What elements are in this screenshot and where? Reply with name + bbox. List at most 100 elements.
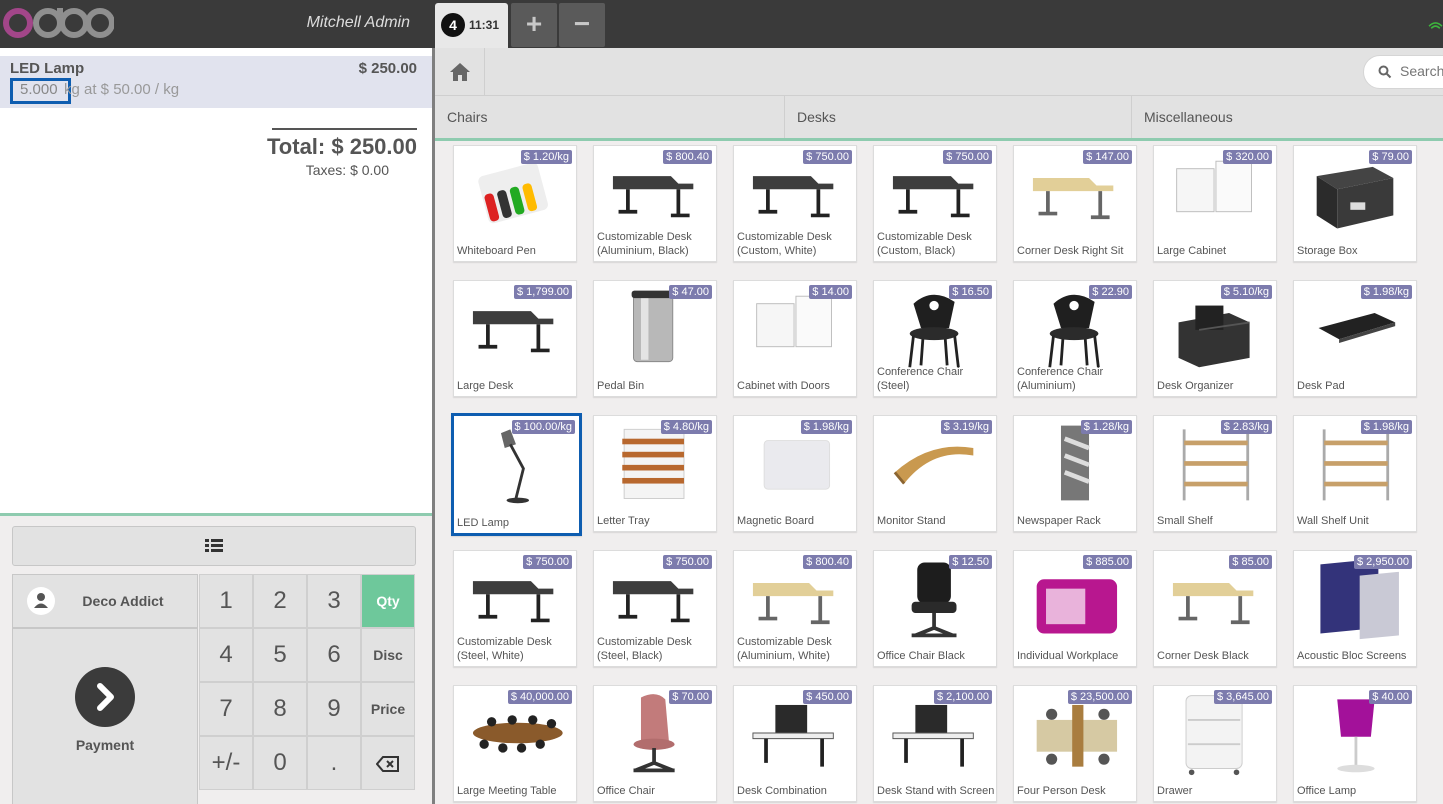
numpad-key-6[interactable]: 6 [307,628,361,682]
product-price-tag: $ 2.83/kg [1220,420,1272,434]
category-desks[interactable]: Desks [785,96,1132,138]
product-name: Storage Box [1297,245,1358,257]
product-name: Customizable Desk (Steel, Black) [597,636,692,662]
top-bar: Mitchell Admin 4 11:31 + − [0,0,1443,48]
product-price-tag: $ 1,799.00 [514,285,572,299]
add-order-button[interactable]: + [511,3,557,47]
mode-qty-button[interactable]: Qty [361,574,415,628]
product-card[interactable]: $ 23,500.00 Four Person Desk [1013,685,1137,802]
product-card[interactable]: $ 1,799.00 Large Desk [453,280,577,397]
product-card[interactable]: $ 47.00 Pedal Bin [593,280,717,397]
home-icon [450,63,470,81]
product-card[interactable]: $ 885.00 Individual Workplace [1013,550,1137,667]
product-card[interactable]: $ 147.00 Corner Desk Right Sit [1013,145,1137,262]
order-line-price: $ 250.00 [358,60,417,77]
product-name: Desk Pad [1297,380,1345,392]
product-name: Desk Stand with Screen [877,785,995,797]
product-name: Desk Combination [737,785,827,797]
product-name: Wall Shelf Unit [1297,515,1369,527]
product-card[interactable]: $ 70.00 Office Chair [593,685,717,802]
numpad-key-1[interactable]: 1 [199,574,253,628]
product-card[interactable]: $ 1.98/kg Magnetic Board [733,415,857,532]
numpad-key-7[interactable]: 7 [199,682,253,736]
order-tab-current[interactable]: 4 11:31 [435,3,508,48]
breadcrumb-home-button[interactable] [435,48,485,96]
product-name: Office Chair [597,785,655,797]
product-price-tag: $ 750.00 [523,555,572,569]
product-price-tag: $ 79.00 [1369,150,1412,164]
product-name: Desk Organizer [1157,380,1234,392]
product-name: Customizable Desk (Aluminium, White) [737,636,832,662]
product-card[interactable]: $ 750.00 Customizable Desk (Custom, Black… [873,145,997,262]
numpad-key-9[interactable]: 9 [307,682,361,736]
product-card[interactable]: $ 79.00 Storage Box [1293,145,1417,262]
product-name: Individual Workplace [1017,650,1119,662]
product-price-tag: $ 47.00 [669,285,712,299]
product-price-tag: $ 4.80/kg [660,420,712,434]
search-input[interactable] [1400,63,1443,79]
payment-button[interactable]: Payment [12,628,198,804]
category-miscellaneous[interactable]: Miscellaneous [1132,96,1443,138]
product-name: LED Lamp [457,517,509,529]
backspace-button[interactable] [361,736,415,790]
product-price-tag: $ 750.00 [943,150,992,164]
control-actions-button[interactable] [12,526,416,566]
product-name: Conference Chair (Steel) [877,366,964,392]
product-card[interactable]: $ 1.28/kg Newspaper Rack [1013,415,1137,532]
product-card[interactable]: $ 450.00 Desk Combination [733,685,857,802]
product-card[interactable]: $ 12.50 Office Chair Black [873,550,997,667]
order-line-selected[interactable]: LED Lamp $ 250.00 5.000 kg at $ 50.00 / … [0,56,432,108]
numpad-key-4[interactable]: 4 [199,628,253,682]
product-card[interactable]: $ 750.00 Customizable Desk (Custom, White… [733,145,857,262]
product-price-tag: $ 1.98/kg [1360,420,1412,434]
product-card[interactable]: $ 3.19/kg Monitor Stand [873,415,997,532]
product-price-tag: $ 16.50 [949,285,992,299]
numpad-key-dot[interactable]: . [307,736,361,790]
product-card[interactable]: $ 14.00 Cabinet with Doors [733,280,857,397]
product-card[interactable]: $ 1.20/kg Whiteboard Pen [453,145,577,262]
products-pane: Chairs Desks Miscellaneous $ 1.20/kg Whit… [435,48,1443,804]
product-card[interactable]: $ 4.80/kg Letter Tray [593,415,717,532]
product-card[interactable]: $ 320.00 Large Cabinet [1153,145,1277,262]
product-card[interactable]: $ 2,950.00 Acoustic Bloc Screens [1293,550,1417,667]
remove-order-button[interactable]: − [559,3,605,47]
numpad-key-0[interactable]: 0 [253,736,307,790]
product-card[interactable]: $ 800.40 Customizable Desk (Aluminium, Wh… [733,550,857,667]
mode-price-button[interactable]: Price [361,682,415,736]
set-customer-button[interactable]: Deco Addict [12,574,198,628]
numpad-key-2[interactable]: 2 [253,574,307,628]
product-card[interactable]: $ 2.83/kg Small Shelf [1153,415,1277,532]
product-name: Small Shelf [1157,515,1213,527]
product-card[interactable]: $ 1.98/kg Wall Shelf Unit [1293,415,1417,532]
product-card[interactable]: $ 85.00 Corner Desk Black [1153,550,1277,667]
product-name: Newspaper Rack [1017,515,1101,527]
product-card[interactable]: $ 22.90 Conference Chair (Aluminium) [1013,280,1137,397]
product-card[interactable]: $ 2,100.00 Desk Stand with Screen [873,685,997,802]
product-card[interactable]: $ 40.00 Office Lamp [1293,685,1417,802]
mode-disc-button[interactable]: Disc [361,628,415,682]
product-name: Pedal Bin [597,380,645,392]
product-card[interactable]: $ 1.98/kg Desk Pad [1293,280,1417,397]
product-card[interactable]: $ 40,000.00 Large Meeting Table [453,685,577,802]
numpad-key-5[interactable]: 5 [253,628,307,682]
product-card[interactable]: $ 16.50 Conference Chair (Steel) [873,280,997,397]
product-card[interactable]: $ 3,645.00 Drawer [1153,685,1277,802]
customer-avatar [27,587,55,615]
order-line-qty: 5.000 [20,81,58,98]
numpad-key-3[interactable]: 3 [307,574,361,628]
product-card[interactable]: $ 750.00 Customizable Desk (Steel, White) [453,550,577,667]
product-card[interactable]: $ 100.00/kg LED Lamp [451,413,582,536]
product-card[interactable]: $ 5.10/kg Desk Organizer [1153,280,1277,397]
wifi-status-icon[interactable] [1428,10,1443,38]
product-card[interactable]: $ 750.00 Customizable Desk (Steel, Black) [593,550,717,667]
cashier-name[interactable]: Mitchell Admin [260,14,410,32]
product-name: Four Person Desk [1017,785,1106,797]
product-price-tag: $ 2,100.00 [934,690,992,704]
numpad-key-plus-minus[interactable]: +/- [199,736,253,790]
customer-name: Deco Addict [82,593,164,609]
product-card[interactable]: $ 800.40 Customizable Desk (Aluminium, Bl… [593,145,717,262]
category-chairs[interactable]: Chairs [435,96,785,138]
numpad-key-8[interactable]: 8 [253,682,307,736]
product-search-box[interactable] [1363,55,1443,89]
product-price-tag: $ 23,500.00 [1067,690,1132,704]
